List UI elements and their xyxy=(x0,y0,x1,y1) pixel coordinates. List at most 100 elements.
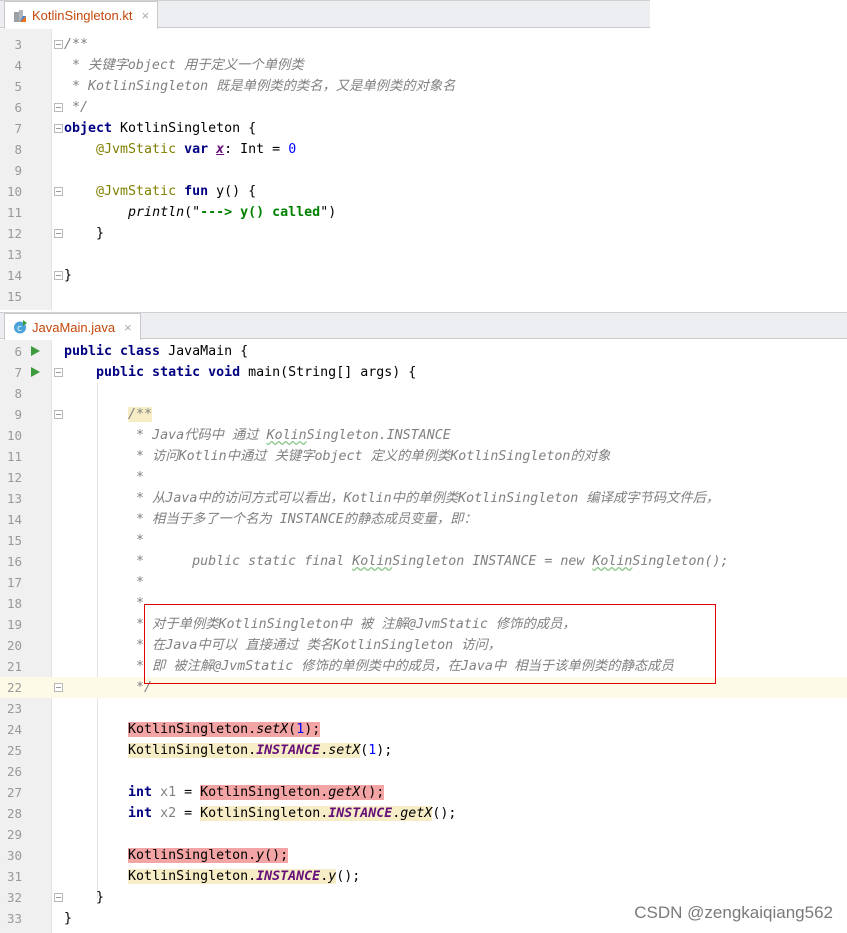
code-token: * xyxy=(64,596,145,611)
line-number: 9 xyxy=(14,407,22,422)
run-icon[interactable] xyxy=(31,367,40,377)
fold-icon[interactable] xyxy=(54,271,63,280)
code-token: x xyxy=(216,142,225,157)
code-token: = xyxy=(176,806,201,821)
close-tab-icon[interactable]: × xyxy=(141,8,149,23)
code-line: 7 object KotlinSingleton { xyxy=(0,118,650,139)
code-token: * 相当于多了一个名为 INSTANCE的静态成员变量，即： xyxy=(64,512,477,527)
code-text: * KotlinSingleton 既是单例类的类名，又是单例类的对象名 xyxy=(64,76,455,97)
code-text: KotlinSingleton.INSTANCE.y(); xyxy=(64,866,360,887)
code-token: INSTANCE xyxy=(328,806,393,821)
line-number: 14 xyxy=(6,268,22,283)
line-number: 4 xyxy=(14,58,22,73)
tab-java-main[interactable]: c JavaMain.java × xyxy=(4,313,141,340)
line-number: 25 xyxy=(6,743,22,758)
fold-icon[interactable] xyxy=(54,187,63,196)
code-token: ( xyxy=(288,722,297,737)
code-text: * 访问Kotlin中通过 关键字object 定义的单例类KotlinSing… xyxy=(64,446,610,467)
line-number: 3 xyxy=(14,37,22,52)
code-line: 10 @JvmStatic fun y() { xyxy=(0,181,650,202)
fold-icon[interactable] xyxy=(54,124,63,133)
code-token: ") xyxy=(320,205,337,220)
code-line: 11 println("---> y() called") xyxy=(0,202,650,223)
line-number: 11 xyxy=(6,449,22,464)
line-number: 8 xyxy=(14,386,22,401)
line-number: 22 xyxy=(6,680,22,695)
code-token: KotlinSingleton. xyxy=(128,848,257,863)
code-token: object xyxy=(64,121,113,136)
code-token: * xyxy=(64,470,145,485)
code-line: 11 * 访问Kotlin中通过 关键字object 定义的单例类KotlinS… xyxy=(0,446,847,467)
line-number: 15 xyxy=(6,289,22,304)
code-token: /** xyxy=(128,407,153,422)
tab-bar: c JavaMain.java × xyxy=(0,312,847,340)
close-tab-icon[interactable]: × xyxy=(124,320,132,335)
code-text: * xyxy=(64,467,144,488)
line-number: 7 xyxy=(14,121,22,136)
code-token: KotlinSingleton. xyxy=(128,722,257,737)
code-token: } xyxy=(64,911,73,926)
code-token: * Java代码中 通过 xyxy=(64,428,267,443)
code-token: 1 xyxy=(296,722,305,737)
code-text: @JvmStatic var x: Int = 0 xyxy=(64,139,296,160)
code-token: @JvmStatic xyxy=(64,184,177,199)
fold-icon[interactable] xyxy=(54,103,63,112)
code-token: 0 xyxy=(288,142,297,157)
code-line: 3 /** xyxy=(0,34,650,55)
line-number: 24 xyxy=(6,722,22,737)
code-text: @JvmStatic fun y() { xyxy=(64,181,256,202)
fold-icon[interactable] xyxy=(54,40,63,49)
line-number: 12 xyxy=(6,470,22,485)
code-line: 29 xyxy=(0,824,847,845)
kotlin-editor: KotlinSingleton.kt × 3 /** 4 * 关键字object 用… xyxy=(0,0,650,310)
fold-icon[interactable] xyxy=(54,368,63,377)
tab-kotlin-singleton[interactable]: KotlinSingleton.kt × xyxy=(4,1,159,29)
line-number: 9 xyxy=(14,163,22,178)
code-line: 15 * xyxy=(0,530,847,551)
fold-icon[interactable] xyxy=(54,410,63,419)
tab-bar: KotlinSingleton.kt × xyxy=(0,0,650,29)
code-token: getX xyxy=(400,806,433,821)
code-text: * Java代码中 通过 KolinSingleton.INSTANCE xyxy=(64,425,451,446)
code-text: */ xyxy=(64,677,152,698)
code-line: 16 * public static final KolinSingleton … xyxy=(0,551,847,572)
code-line: 8 xyxy=(0,383,847,404)
line-number: 6 xyxy=(14,344,22,359)
fold-icon[interactable] xyxy=(54,229,63,238)
code-line: 23 xyxy=(0,698,847,719)
code-token: (); xyxy=(264,848,289,863)
code-text: */ xyxy=(64,97,88,118)
fold-icon[interactable] xyxy=(54,893,63,902)
run-icon[interactable] xyxy=(31,346,40,356)
tab-label: JavaMain.java xyxy=(32,319,116,335)
code-line: 26 xyxy=(0,761,847,782)
code-line: 9 /** xyxy=(0,404,847,425)
line-number: 33 xyxy=(6,911,22,926)
code-token: KotlinSingleton { xyxy=(112,121,257,136)
line-number: 29 xyxy=(6,827,22,842)
fold-icon[interactable] xyxy=(54,683,63,692)
line-number: 13 xyxy=(6,491,22,506)
code-text: int x2 = KotlinSingleton.INSTANCE.getX()… xyxy=(64,803,456,824)
line-number: 10 xyxy=(6,428,22,443)
code-line: 6 public class JavaMain { xyxy=(0,341,847,362)
code-token: INSTANCE xyxy=(256,743,321,758)
code-line: 5 * KotlinSingleton 既是单例类的类名，又是单例类的对象名 xyxy=(0,76,650,97)
line-number: 12 xyxy=(6,226,22,241)
kotlin-file-icon xyxy=(14,9,26,22)
code-text: /** xyxy=(64,34,88,55)
code-line: 28 int x2 = KotlinSingleton.INSTANCE.get… xyxy=(0,803,847,824)
watermark: CSDN @zengkaiqiang562 xyxy=(634,903,833,922)
code-text: * 关键字object 用于定义一个单例类 xyxy=(64,55,304,76)
code-token: Kolin xyxy=(352,554,393,569)
code-token: x1 xyxy=(152,785,177,800)
code-token: * public static final xyxy=(64,554,353,569)
code-line: 31 KotlinSingleton.INSTANCE.y(); xyxy=(0,866,847,887)
code-token: Kolin xyxy=(266,428,307,443)
line-number: 10 xyxy=(6,184,22,199)
